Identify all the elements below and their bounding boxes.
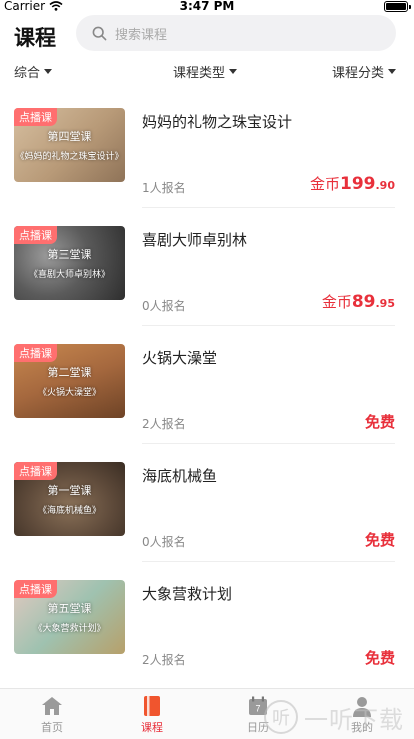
search-icon [92,26,107,40]
course-item[interactable]: 点播课 第三堂课 《喜剧大师卓别林》 喜剧大师卓别林 0人报名 金币89.95 [0,208,414,326]
course-thumbnail: 点播课 第五堂课 《大象营救计划》 [14,580,125,654]
course-list: 点播课 第四堂课 《妈妈的礼物之珠宝设计》 妈妈的礼物之珠宝设计 1人报名 金币… [0,90,414,680]
calendar-icon: 7 [246,695,270,717]
search-placeholder: 搜索课程 [115,27,168,43]
thumbnail-lesson: 第二堂课 [47,366,92,379]
course-icon [140,695,164,717]
thumbnail-caption: 《喜剧大师卓别林》 [28,270,110,280]
vod-badge: 点播课 [14,344,57,362]
filter-sort-dropdown[interactable]: 综合 [14,62,53,81]
price-integer: 89 [351,292,376,312]
price-prefix: 金币 [309,175,340,193]
search-input[interactable]: 搜索课程 [76,15,396,51]
course-price: 金币199.90 [310,173,395,194]
status-bar: Carrier 3:47 PM [0,0,414,14]
thumbnail-lesson: 第一堂课 [47,484,92,497]
price-integer: 199 [340,174,376,194]
tab-calendar-label: 日历 [247,721,269,734]
vod-badge: 点播课 [14,462,57,480]
caret-down-icon [388,69,397,74]
free-label: 免费 [364,413,395,431]
tab-mine[interactable]: 我的 [310,689,414,739]
tab-course[interactable]: 课程 [100,689,204,739]
thumbnail-caption: 《妈妈的礼物之珠宝设计》 [15,152,124,162]
course-item[interactable]: 点播课 第二堂课 《火锅大澡堂》 火锅大澡堂 2人报名 免费 [0,326,414,444]
course-item[interactable]: 点播课 第四堂课 《妈妈的礼物之珠宝设计》 妈妈的礼物之珠宝设计 1人报名 金币… [0,90,414,208]
course-thumbnail: 点播课 第二堂课 《火锅大澡堂》 [14,344,125,418]
tab-home[interactable]: 首页 [0,689,104,739]
course-title: 妈妈的礼物之珠宝设计 [142,113,293,131]
free-label: 免费 [364,531,395,549]
home-icon [40,695,64,717]
filter-bar: 综合 课程类型 课程分类 [0,58,414,84]
battery-icon [384,1,411,12]
page-title: 课程 [14,26,56,50]
course-title: 大象营救计划 [142,585,233,603]
price-decimal: .95 [375,297,396,310]
price-decimal: .90 [375,179,396,192]
filter-sort-label: 综合 [14,66,41,81]
header: 课程 搜索课程 [0,14,414,54]
thumbnail-lesson: 第三堂课 [47,248,92,261]
vod-badge: 点播课 [14,580,57,598]
price-prefix: 金币 [321,293,352,311]
course-title: 喜剧大师卓别林 [142,231,248,249]
course-title: 海底机械鱼 [142,467,218,485]
enrollment-count: 2人报名 [142,653,186,667]
vod-badge: 点播课 [14,226,57,244]
svg-text:7: 7 [255,704,260,714]
thumbnail-caption: 《海底机械鱼》 [37,506,101,516]
enrollment-count: 1人报名 [142,181,186,195]
course-price: 金币89.95 [322,291,395,312]
caret-down-icon [229,69,238,74]
thumbnail-caption: 《火锅大澡堂》 [37,388,101,398]
vod-badge: 点播课 [14,108,57,126]
course-thumbnail: 点播课 第一堂课 《海底机械鱼》 [14,462,125,536]
tab-course-label: 课程 [141,721,163,734]
course-thumbnail: 点播课 第四堂课 《妈妈的礼物之珠宝设计》 [14,108,125,182]
course-thumbnail: 点播课 第三堂课 《喜剧大师卓别林》 [14,226,125,300]
enrollment-count: 2人报名 [142,417,186,431]
filter-category-dropdown[interactable]: 课程分类 [332,62,397,81]
clock: 3:47 PM [179,0,235,13]
thumbnail-lesson: 第五堂课 [47,602,92,615]
enrollment-count: 0人报名 [142,299,186,313]
free-label: 免费 [364,649,395,667]
thumbnail-caption: 《大象营救计划》 [33,624,106,634]
profile-icon [350,695,374,717]
caret-down-icon [44,69,53,74]
filter-type-label: 课程类型 [173,66,226,81]
filter-type-dropdown[interactable]: 课程类型 [173,62,238,81]
tab-mine-label: 我的 [351,721,373,734]
course-title: 火锅大澡堂 [142,349,218,367]
tab-bar: 首页 课程 7 日历 我的 [0,688,414,739]
course-item[interactable]: 点播课 第五堂课 《大象营救计划》 大象营救计划 2人报名 免费 [0,562,414,680]
tab-home-label: 首页 [41,721,63,734]
thumbnail-lesson: 第四堂课 [47,130,92,143]
course-item[interactable]: 点播课 第一堂课 《海底机械鱼》 海底机械鱼 0人报名 免费 [0,444,414,562]
tab-calendar[interactable]: 7 日历 [206,689,310,739]
filter-category-label: 课程分类 [332,66,385,81]
enrollment-count: 0人报名 [142,535,186,549]
